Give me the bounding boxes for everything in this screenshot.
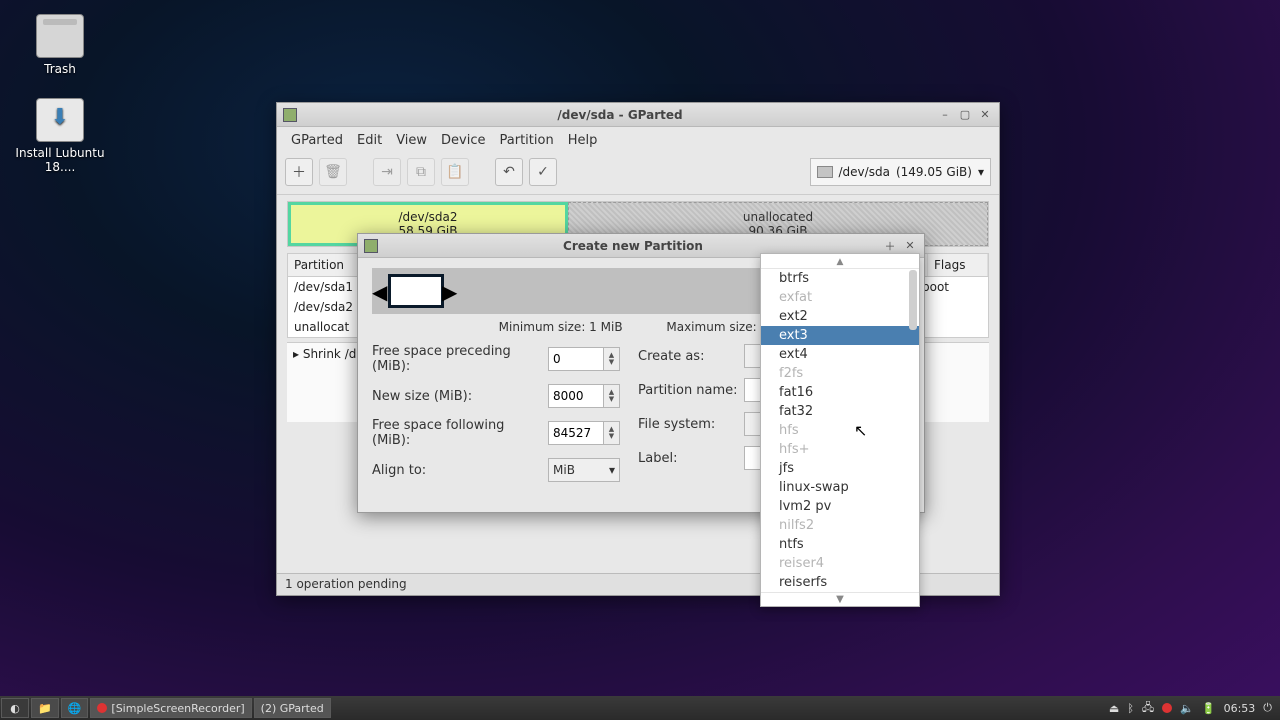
min-size-label: Minimum size: 1 MiB	[499, 320, 623, 334]
browser-launcher[interactable]: 🌐	[61, 698, 89, 718]
recording-indicator-icon[interactable]	[1162, 703, 1172, 713]
install-icon	[36, 98, 84, 142]
slider-handle-right[interactable]: ▶	[442, 280, 457, 304]
create-as-label: Create as:	[638, 349, 738, 364]
paste-button[interactable]: 📋	[441, 158, 469, 186]
copy-button[interactable]: ⧉	[407, 158, 435, 186]
menu-partition[interactable]: Partition	[494, 131, 560, 150]
delete-partition-button[interactable]: 🗑	[319, 158, 347, 186]
scrollbar[interactable]	[909, 270, 917, 330]
slider-thumb[interactable]	[388, 274, 444, 308]
file-manager-launcher[interactable]: 📁	[31, 698, 59, 718]
chevron-down-icon: ▾	[609, 463, 615, 477]
desktop-icon-label: Install Lubuntu 18....	[12, 146, 108, 174]
maximize-button[interactable]: ▢	[957, 107, 973, 123]
start-menu-button[interactable]: ◐	[1, 698, 29, 718]
scroll-down-icon[interactable]: ▼	[761, 592, 919, 606]
clock[interactable]: 06:53	[1224, 702, 1256, 715]
partition-block-name: /dev/sda2	[398, 210, 457, 224]
file-system-label: File system:	[638, 417, 738, 432]
record-icon	[97, 703, 107, 713]
partition-block-name: unallocated	[743, 210, 813, 224]
disk-icon	[817, 166, 833, 178]
volume-icon[interactable]: 🔈	[1180, 702, 1194, 715]
fs-option-fat16[interactable]: fat16	[761, 383, 919, 402]
menu-gparted[interactable]: GParted	[285, 131, 349, 150]
maximize-button[interactable]: ＋	[882, 238, 898, 254]
free-following-input[interactable]: ▲▼	[548, 421, 620, 445]
taskbar: ◐ 📁 🌐 [SimpleScreenRecorder] (2) GParted…	[0, 696, 1280, 720]
label-label: Label:	[638, 451, 738, 466]
menu-device[interactable]: Device	[435, 131, 491, 150]
fs-option-hfs-: hfs+	[761, 440, 919, 459]
menubar: GParted Edit View Device Partition Help	[277, 127, 999, 154]
app-icon	[364, 239, 378, 253]
trash-icon	[36, 14, 84, 58]
scroll-up-icon[interactable]: ▲	[761, 256, 919, 269]
file-system-dropdown[interactable]: ▲ btrfsexfatext2ext3ext4f2fsfat16fat32hf…	[760, 253, 920, 607]
close-button[interactable]: ✕	[902, 238, 918, 254]
fs-option-exfat: exfat	[761, 288, 919, 307]
fs-option-reiserfs[interactable]: reiserfs	[761, 573, 919, 592]
new-size-input[interactable]: ▲▼	[548, 384, 620, 408]
fs-option-reiser4: reiser4	[761, 554, 919, 573]
free-preceding-input[interactable]: ▲▼	[548, 347, 620, 371]
fs-option-nilfs2: nilfs2	[761, 516, 919, 535]
undo-button[interactable]: ↶	[495, 158, 523, 186]
menu-edit[interactable]: Edit	[351, 131, 388, 150]
minimize-button[interactable]: –	[937, 107, 953, 123]
desktop-icon-trash[interactable]: Trash	[12, 14, 108, 76]
battery-icon[interactable]: 🔋	[1202, 702, 1216, 715]
taskbar-app-gparted[interactable]: (2) GParted	[254, 698, 331, 718]
network-icon[interactable]: 🖧	[1142, 699, 1154, 718]
fs-option-lvm2-pv[interactable]: lvm2 pv	[761, 497, 919, 516]
dialog-title: Create new Partition	[384, 239, 882, 253]
removable-media-icon[interactable]: ⏏	[1109, 702, 1119, 715]
app-icon	[283, 108, 297, 122]
align-to-label: Align to:	[372, 463, 542, 478]
col-flags[interactable]: Flags	[928, 254, 988, 276]
close-button[interactable]: ✕	[977, 107, 993, 123]
partition-name-label: Partition name:	[638, 383, 738, 398]
toolbar: ＋ 🗑 ⇥ ⧉ 📋 ↶ ✓ /dev/sda (149.05 GiB) ▾	[277, 154, 999, 195]
device-name: /dev/sda	[839, 165, 890, 179]
free-preceding-label: Free space preceding (MiB):	[372, 344, 542, 374]
fs-option-linux-swap[interactable]: linux-swap	[761, 478, 919, 497]
system-tray: ⏏ ᛒ 🖧 🔈 🔋 06:53 ⏻	[1101, 699, 1280, 718]
device-selector[interactable]: /dev/sda (149.05 GiB) ▾	[810, 158, 991, 186]
titlebar[interactable]: /dev/sda - GParted – ▢ ✕	[277, 103, 999, 127]
fs-option-hfs: hfs	[761, 421, 919, 440]
window-title: /dev/sda - GParted	[303, 108, 937, 122]
fs-option-f2fs: f2fs	[761, 364, 919, 383]
menu-view[interactable]: View	[390, 131, 433, 150]
apply-button[interactable]: ✓	[529, 158, 557, 186]
new-size-label: New size (MiB):	[372, 389, 542, 404]
desktop-icon-label: Trash	[12, 62, 108, 76]
new-partition-button[interactable]: ＋	[285, 158, 313, 186]
align-to-combo[interactable]: MiB▾	[548, 458, 620, 482]
fs-option-ext2[interactable]: ext2	[761, 307, 919, 326]
free-following-label: Free space following (MiB):	[372, 418, 542, 448]
fs-option-ext3[interactable]: ext3	[761, 326, 919, 345]
fs-option-ntfs[interactable]: ntfs	[761, 535, 919, 554]
slider-handle-left[interactable]: ◀	[372, 280, 387, 304]
fs-option-ext4[interactable]: ext4	[761, 345, 919, 364]
chevron-down-icon: ▾	[978, 165, 984, 179]
fs-option-fat32[interactable]: fat32	[761, 402, 919, 421]
menu-help[interactable]: Help	[562, 131, 604, 150]
fs-option-btrfs[interactable]: btrfs	[761, 269, 919, 288]
resize-move-button[interactable]: ⇥	[373, 158, 401, 186]
status-text: 1 operation pending	[285, 577, 407, 591]
fs-option-jfs[interactable]: jfs	[761, 459, 919, 478]
bluetooth-icon[interactable]: ᛒ	[1127, 702, 1134, 715]
desktop-icon-install[interactable]: Install Lubuntu 18....	[12, 98, 108, 174]
device-size: (149.05 GiB)	[896, 165, 972, 179]
shutdown-icon[interactable]: ⏻	[1263, 701, 1272, 715]
taskbar-app-recorder[interactable]: [SimpleScreenRecorder]	[90, 698, 251, 718]
